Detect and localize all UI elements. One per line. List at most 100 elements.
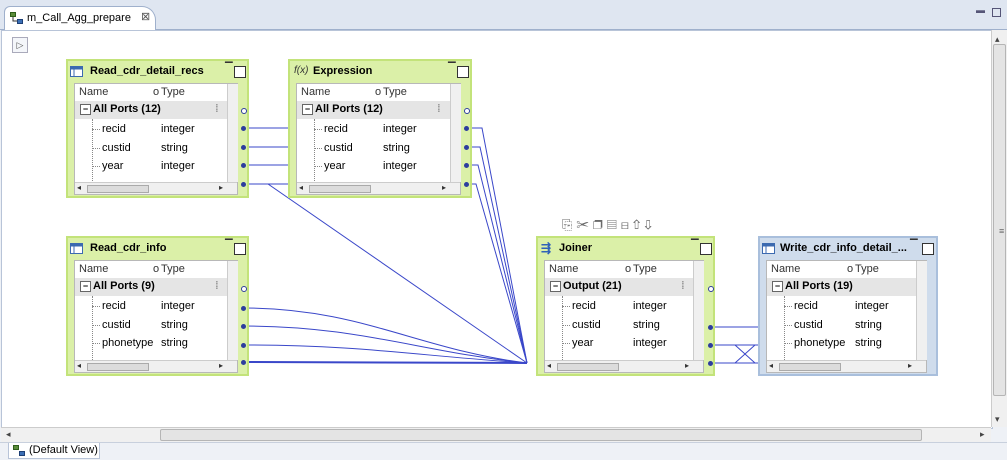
node-read-cdr-detail-recs[interactable]: Read_cdr_detail_recs ▔ Name o Type − All… bbox=[66, 59, 249, 198]
port-row[interactable]: recid integer bbox=[75, 120, 227, 139]
column-name-header[interactable]: Name bbox=[771, 263, 800, 275]
node-joiner[interactable]: ⇶ Joiner ▔ Name o Type − Output (21) ⁞ r… bbox=[536, 236, 715, 376]
minimize-icon[interactable]: ▔ bbox=[910, 240, 918, 251]
minimize-icon[interactable]: ▔ bbox=[225, 63, 233, 74]
column-name-header[interactable]: Name bbox=[79, 86, 108, 98]
port-row[interactable]: recid integer bbox=[297, 120, 450, 139]
column-type-header[interactable]: Type bbox=[633, 263, 657, 275]
output-port-handle[interactable] bbox=[241, 182, 246, 187]
add-port-icon[interactable]: ⎘ bbox=[562, 217, 576, 232]
output-port-handle[interactable] bbox=[241, 360, 246, 365]
move-up-icon[interactable]: ⇧ bbox=[633, 217, 644, 232]
port-group[interactable]: − All Ports (19) bbox=[767, 278, 916, 296]
maximize-icon[interactable] bbox=[700, 243, 712, 255]
port-row[interactable]: year integer bbox=[75, 157, 227, 176]
port-name: year bbox=[572, 337, 594, 349]
collapse-icon[interactable]: − bbox=[550, 281, 561, 292]
cut-icon[interactable]: ✂ bbox=[576, 217, 593, 232]
group-port-handle[interactable] bbox=[708, 286, 714, 292]
default-view-tab[interactable]: (Default View) bbox=[8, 443, 100, 459]
maximize-icon[interactable] bbox=[234, 66, 246, 78]
copy-icon[interactable]: ❐ bbox=[593, 217, 607, 232]
port-row[interactable]: recid integer bbox=[545, 297, 693, 316]
vertical-scroll-thumb[interactable] bbox=[993, 44, 1006, 396]
column-name-header[interactable]: Name bbox=[301, 86, 330, 98]
grid-vertical-scrollbar[interactable] bbox=[450, 84, 461, 182]
port-row[interactable]: year integer bbox=[297, 157, 450, 176]
source-table-icon bbox=[70, 66, 83, 77]
port-row[interactable]: recid integer bbox=[75, 297, 227, 316]
port-row[interactable]: custid string bbox=[297, 139, 450, 158]
node-title: Read_cdr_info bbox=[90, 242, 167, 254]
output-port-handle[interactable] bbox=[464, 145, 469, 150]
node-read-cdr-info[interactable]: Read_cdr_info ▔ Name o Type − All Ports … bbox=[66, 236, 249, 376]
maximize-icon[interactable] bbox=[457, 66, 469, 78]
output-port-handle[interactable] bbox=[241, 126, 246, 131]
port-row[interactable]: custid string bbox=[75, 316, 227, 335]
port-row[interactable]: phonetype string bbox=[75, 334, 227, 353]
minimize-icon[interactable]: ▔ bbox=[448, 63, 456, 74]
group-port-handle[interactable] bbox=[464, 108, 470, 114]
grid-vertical-scrollbar[interactable] bbox=[227, 261, 238, 360]
scroll-right-icon[interactable]: ▸ bbox=[980, 429, 985, 440]
output-port-handle[interactable] bbox=[241, 324, 246, 329]
column-name-header[interactable]: Name bbox=[549, 263, 578, 275]
output-port-handle[interactable] bbox=[708, 325, 713, 330]
output-port-handle[interactable] bbox=[464, 126, 469, 131]
horizontal-scroll-thumb[interactable] bbox=[160, 429, 922, 441]
port-row[interactable]: custid string bbox=[75, 139, 227, 158]
grip-icon: ≡ bbox=[999, 226, 1005, 236]
delete-icon[interactable]: ⊟ bbox=[621, 217, 633, 232]
collapse-icon[interactable]: − bbox=[772, 281, 783, 292]
node-write-cdr-info-detail[interactable]: Write_cdr_info_detail_... ▔ Name o Type … bbox=[758, 236, 938, 376]
grid-horizontal-scrollbar[interactable]: ◂ ▸ bbox=[297, 182, 460, 194]
port-row[interactable]: recid integer bbox=[767, 297, 916, 316]
port-row[interactable]: custid string bbox=[767, 316, 916, 335]
output-port-handle[interactable] bbox=[464, 163, 469, 168]
link-line bbox=[243, 344, 528, 364]
column-type-header[interactable]: Type bbox=[855, 263, 879, 275]
output-port-handle[interactable] bbox=[241, 343, 246, 348]
output-port-handle[interactable] bbox=[708, 361, 713, 366]
output-port-handle[interactable] bbox=[464, 182, 469, 187]
group-port-handle[interactable] bbox=[241, 108, 247, 114]
column-name-header[interactable]: Name bbox=[79, 263, 108, 275]
node-expression[interactable]: f(x) Expression ▔ Name o Type − All Port… bbox=[288, 59, 472, 198]
grid-horizontal-scrollbar[interactable]: ◂ ▸ bbox=[767, 360, 926, 372]
grid-horizontal-scrollbar[interactable]: ◂ ▸ bbox=[75, 360, 237, 372]
scroll-down-icon[interactable]: ▾ bbox=[995, 414, 1000, 425]
column-type-header[interactable]: Type bbox=[161, 86, 185, 98]
port-row[interactable]: year integer bbox=[545, 334, 693, 353]
port-group[interactable]: − All Ports (12) ⁞ bbox=[297, 101, 450, 119]
port-row[interactable]: custid string bbox=[545, 316, 693, 335]
collapse-icon[interactable]: − bbox=[302, 104, 313, 115]
grid-vertical-scrollbar[interactable] bbox=[227, 84, 238, 182]
node-title: Joiner bbox=[559, 242, 593, 254]
port-group[interactable]: − All Ports (9) ⁞ bbox=[75, 278, 227, 296]
collapse-icon[interactable]: − bbox=[80, 281, 91, 292]
output-port-handle[interactable] bbox=[708, 343, 713, 348]
grid-vertical-scrollbar[interactable] bbox=[693, 261, 704, 360]
paste-icon[interactable]: ▤ bbox=[607, 217, 621, 232]
output-port-handle[interactable] bbox=[241, 145, 246, 150]
grid-vertical-scrollbar[interactable] bbox=[916, 261, 927, 360]
grid-horizontal-scrollbar[interactable]: ◂ ▸ bbox=[75, 182, 237, 194]
scroll-up-icon[interactable]: ▴ bbox=[995, 34, 1000, 45]
link-line bbox=[243, 325, 528, 364]
minimize-icon[interactable]: ▔ bbox=[225, 240, 233, 251]
column-type-header[interactable]: Type bbox=[161, 263, 185, 275]
output-port-handle[interactable] bbox=[241, 306, 246, 311]
move-down-icon[interactable]: ⇩ bbox=[644, 217, 655, 232]
port-row[interactable]: phonetype string bbox=[767, 334, 916, 353]
group-port-handle[interactable] bbox=[241, 286, 247, 292]
maximize-icon[interactable] bbox=[234, 243, 246, 255]
minimize-icon[interactable]: ▔ bbox=[691, 240, 699, 251]
port-group[interactable]: − All Ports (12) ⁞ bbox=[75, 101, 227, 119]
collapse-icon[interactable]: − bbox=[80, 104, 91, 115]
grid-horizontal-scrollbar[interactable]: ◂ ▸ bbox=[545, 360, 703, 372]
scroll-left-icon[interactable]: ◂ bbox=[6, 429, 11, 440]
output-port-handle[interactable] bbox=[241, 163, 246, 168]
port-group[interactable]: − Output (21) ⁞ bbox=[545, 278, 693, 296]
column-type-header[interactable]: Type bbox=[383, 86, 407, 98]
maximize-icon[interactable] bbox=[922, 243, 934, 255]
